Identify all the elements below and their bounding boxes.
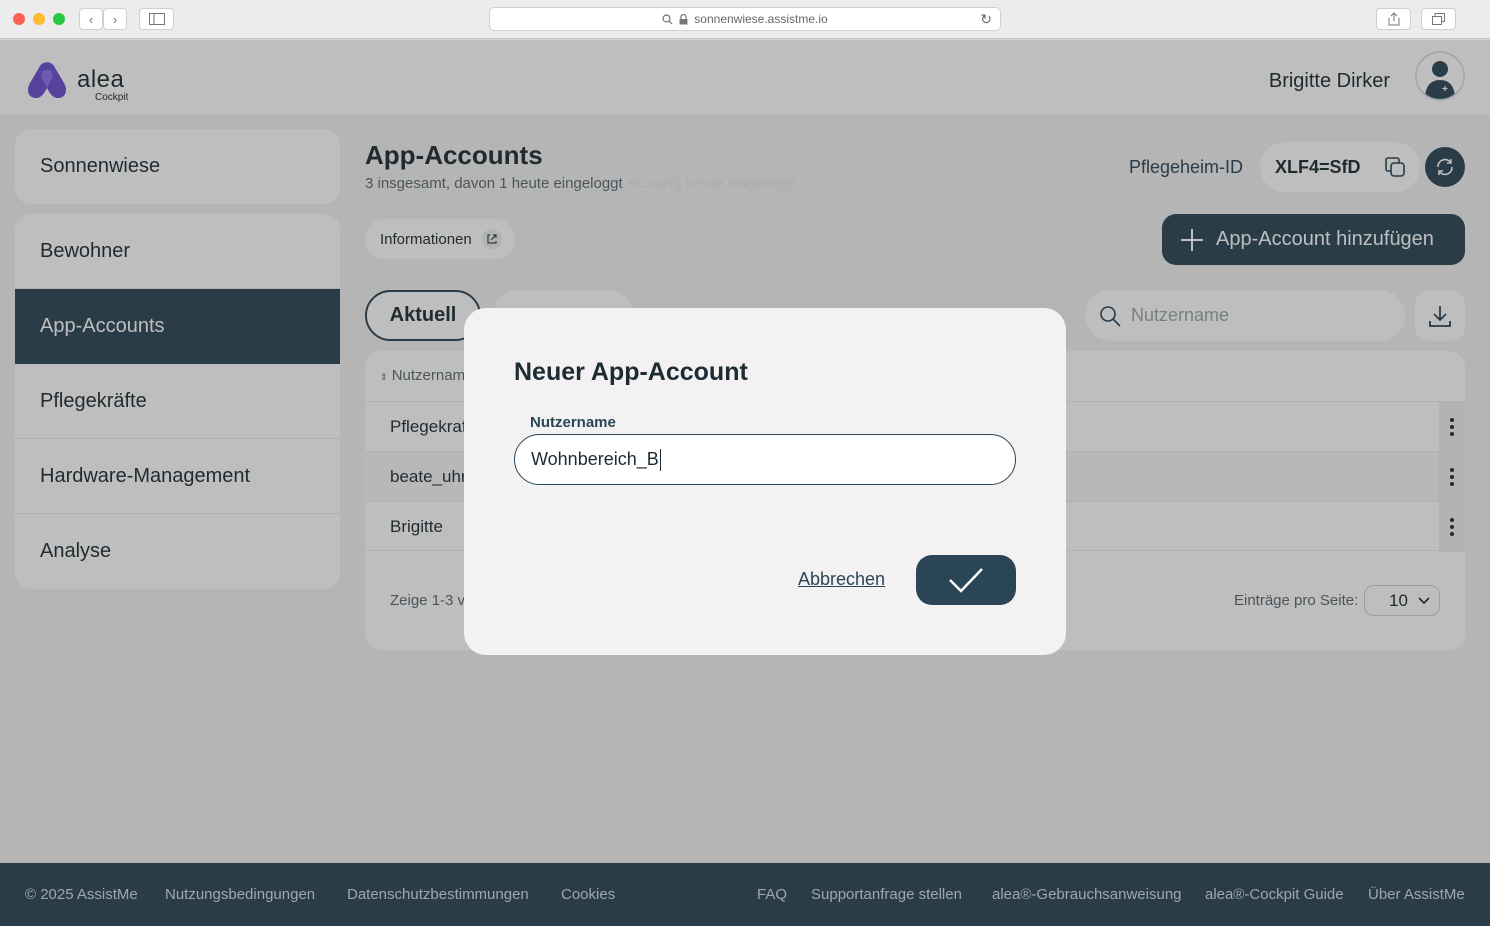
checkmark-icon [949,568,983,593]
username-input-value: Wohnbereich_B [531,449,659,469]
confirm-button[interactable] [916,555,1016,605]
back-button[interactable]: ‹ [79,8,103,30]
cancel-button[interactable]: Abbrechen [798,569,885,590]
username-field-label: Nutzername [530,414,616,431]
text-caret [659,448,661,471]
tabs-overview-button[interactable] [1421,8,1456,30]
share-icon [1388,12,1399,26]
share-button[interactable] [1376,8,1411,30]
forward-button[interactable]: › [103,8,127,30]
browser-toolbar: ‹ › sonnenwiese.assistme.io ↻ [0,0,1490,39]
sidebar-toggle-button[interactable] [139,8,174,30]
sidebar-icon [148,13,165,25]
username-input[interactable]: Wohnbereich_B [514,434,1016,485]
dialog-title: Neuer App-Account [514,358,748,386]
minimize-window-button[interactable] [33,13,45,25]
chevron-left-icon: ‹ [88,11,94,27]
address-bar[interactable]: sonnenwiese.assistme.io ↻ [489,7,1001,31]
chevron-right-icon: › [112,11,118,27]
search-icon [662,13,673,24]
lock-icon [679,13,688,24]
close-window-button[interactable] [13,13,25,25]
reload-icon[interactable]: ↻ [980,11,992,28]
tabs-icon [1432,13,1445,25]
url-text: sonnenwiese.assistme.io [694,12,828,26]
maximize-window-button[interactable] [53,13,65,25]
new-app-account-dialog: Neuer App-Account Nutzername Wohnbereich… [464,308,1066,655]
